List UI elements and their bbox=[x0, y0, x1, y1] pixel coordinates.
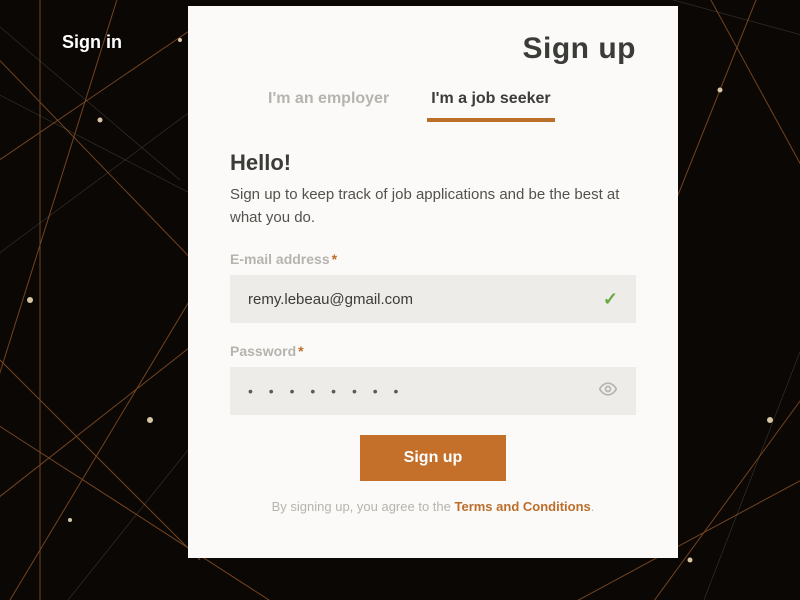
signup-button[interactable]: Sign up bbox=[360, 435, 507, 481]
terms-text: By signing up, you agree to the Terms an… bbox=[230, 499, 636, 514]
email-value: remy.lebeau@gmail.com bbox=[248, 291, 603, 308]
subtitle: Sign up to keep track of job application… bbox=[230, 184, 636, 229]
eye-icon[interactable] bbox=[598, 379, 618, 403]
email-label: E-mail address* bbox=[230, 251, 636, 267]
password-label: Password* bbox=[230, 343, 636, 359]
greeting: Hello! bbox=[230, 150, 636, 176]
tab-employer[interactable]: I'm an employer bbox=[264, 84, 393, 122]
role-tabs: I'm an employer I'm a job seeker bbox=[264, 84, 636, 122]
tab-job-seeker[interactable]: I'm a job seeker bbox=[427, 84, 554, 122]
password-field[interactable]: • • • • • • • • bbox=[230, 367, 636, 415]
signup-heading: Sign up bbox=[230, 32, 636, 66]
terms-link[interactable]: Terms and Conditions bbox=[454, 499, 590, 514]
check-icon: ✓ bbox=[603, 289, 618, 310]
signin-link[interactable]: Sign in bbox=[62, 32, 122, 53]
email-field[interactable]: remy.lebeau@gmail.com ✓ bbox=[230, 275, 636, 323]
signup-panel: Sign up I'm an employer I'm a job seeker… bbox=[188, 6, 678, 558]
password-value: • • • • • • • • bbox=[248, 383, 598, 399]
